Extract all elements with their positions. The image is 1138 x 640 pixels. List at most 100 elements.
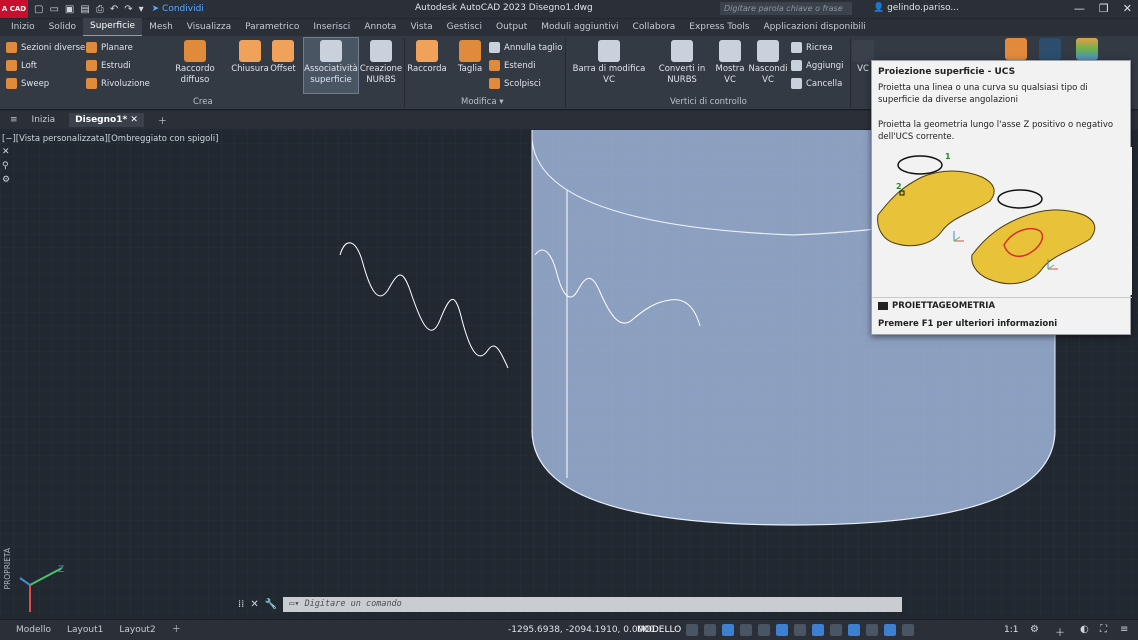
sezioni-diverse-button[interactable]: Sezioni diverse xyxy=(6,42,85,53)
properties-palette-label[interactable]: PROPRIETÀ xyxy=(3,548,12,589)
autocad-logo[interactable]: A CAD xyxy=(0,0,28,18)
estendi-button[interactable]: Estendi xyxy=(489,60,536,71)
converti-nurbs-button[interactable]: Converti in NURBS xyxy=(658,40,706,86)
offset-button[interactable]: Offset xyxy=(268,40,298,75)
lineweight-icon[interactable] xyxy=(812,624,824,636)
redo-icon[interactable]: ↷ xyxy=(124,4,132,15)
grip-handle-icon[interactable]: ⁞⁞ xyxy=(238,599,244,610)
tab-layout1[interactable]: Layout1 xyxy=(59,620,111,640)
tab-express-tools[interactable]: Express Tools xyxy=(682,19,756,36)
panel-tool-button[interactable] xyxy=(1039,38,1061,62)
raccordo-diffuso-button[interactable]: Raccordo diffuso xyxy=(160,40,230,86)
close-palette-icon[interactable]: ✕ xyxy=(2,147,14,157)
maximize-button[interactable]: ❐ xyxy=(1099,2,1109,15)
scolpisci-button[interactable]: Scolpisci xyxy=(489,78,541,89)
annotation-icon[interactable] xyxy=(902,624,914,636)
ricrea-button[interactable]: Ricrea xyxy=(791,42,833,53)
annotation-scale[interactable]: 1:1 xyxy=(1004,620,1018,640)
command-input[interactable]: ▭▾ Digitare un comando xyxy=(283,597,902,612)
coordinates-readout[interactable]: -1295.6938, -2094.1910, 0.0000 xyxy=(508,620,655,640)
new-file-icon[interactable]: ▢ xyxy=(34,4,43,15)
file-tab-disegno1[interactable]: Disegno1* ✕ xyxy=(69,113,144,127)
barra-modifica-vc-button[interactable]: Barra di modifica VC xyxy=(566,40,652,86)
tab-mesh[interactable]: Mesh xyxy=(142,19,180,36)
loft-button[interactable]: Loft xyxy=(6,60,37,71)
settings-gear-icon[interactable]: ⚙ xyxy=(1030,624,1039,635)
polar-icon[interactable] xyxy=(740,624,752,636)
associativita-superficie-button[interactable]: Associatività superficie xyxy=(303,37,359,94)
settings-icon[interactable]: ⚙ xyxy=(2,175,14,185)
new-tab-button[interactable]: ＋ xyxy=(158,114,167,127)
isodraft-icon[interactable] xyxy=(758,624,770,636)
raccorda-button[interactable]: Raccorda xyxy=(407,40,447,75)
undo-icon[interactable]: ↶ xyxy=(110,4,118,15)
tab-inserisci[interactable]: Inserisci xyxy=(306,19,357,36)
ortho-icon[interactable] xyxy=(722,624,734,636)
tab-layout2[interactable]: Layout2 xyxy=(111,620,163,640)
dynamic-ucs-icon[interactable] xyxy=(884,624,896,636)
vc-button[interactable]: VC xyxy=(852,40,874,75)
status-bar: Modello Layout1 Layout2 ＋ -1295.6938, -2… xyxy=(0,619,1138,640)
close-tab-icon[interactable]: ✕ xyxy=(130,115,138,125)
mostra-vc-button[interactable]: Mostra VC xyxy=(712,40,748,86)
taglia-button[interactable]: Taglia xyxy=(454,40,486,75)
command-menu-icon[interactable]: ▭▾ xyxy=(289,599,304,609)
share-button[interactable]: ➤ Condividi xyxy=(152,4,204,14)
customize-menu-icon[interactable]: ≡ xyxy=(1120,624,1128,635)
rivoluzione-button[interactable]: Rivoluzione xyxy=(86,78,150,89)
open-folder-icon[interactable]: ▭ xyxy=(49,4,58,15)
tab-output[interactable]: Output xyxy=(489,19,534,36)
close-button[interactable]: ✕ xyxy=(1123,2,1132,15)
annulla-taglio-button[interactable]: Annulla taglio xyxy=(489,42,562,53)
planare-button[interactable]: Planare xyxy=(86,42,133,53)
save-icon[interactable]: ▣ xyxy=(65,4,74,15)
tab-collabora[interactable]: Collabora xyxy=(626,19,683,36)
tab-modello[interactable]: Modello xyxy=(8,620,59,640)
estrudi-button[interactable]: Estrudi xyxy=(86,60,131,71)
add-layout-button[interactable]: ＋ xyxy=(164,620,189,640)
wrench-icon[interactable]: 🔧 xyxy=(265,599,277,610)
print-icon[interactable]: ⎙ xyxy=(96,4,104,15)
object-snap-icon[interactable] xyxy=(776,624,788,636)
aggiungi-button[interactable]: Aggiungi xyxy=(791,60,844,71)
save-as-icon[interactable]: ▤ xyxy=(80,4,89,15)
sweep-button[interactable]: Sweep xyxy=(6,78,49,89)
snap-icon[interactable] xyxy=(704,624,716,636)
tab-parametrico[interactable]: Parametrico xyxy=(238,19,306,36)
plus-icon[interactable]: ＋ xyxy=(1055,624,1065,639)
isolate-icon[interactable]: ◐ xyxy=(1080,624,1089,635)
pin-icon[interactable]: ⚲ xyxy=(2,161,14,171)
close-command-icon[interactable]: ✕ xyxy=(250,599,258,610)
3d-osnap-icon[interactable] xyxy=(866,624,878,636)
grid-icon[interactable] xyxy=(686,624,698,636)
tab-superficie[interactable]: Superficie xyxy=(83,18,143,37)
user-account[interactable]: 👤 gelindo.pariso... xyxy=(873,3,959,13)
minimize-button[interactable]: — xyxy=(1074,2,1085,15)
transparency-icon[interactable] xyxy=(830,624,842,636)
fullscreen-icon[interactable]: ⛶ xyxy=(1100,624,1107,635)
chiusura-button[interactable]: Chiusura xyxy=(231,40,269,75)
tab-vista[interactable]: Vista xyxy=(403,19,439,36)
viewport-controls-label[interactable]: [−][Vista personalizzata][Ombreggiato co… xyxy=(2,134,218,144)
selection-cycling-icon[interactable] xyxy=(848,624,860,636)
model-space-toggle[interactable]: MODELLO xyxy=(637,620,681,640)
creazione-nurbs-button[interactable]: Creazione NURBS xyxy=(360,40,402,86)
tab-visualizza[interactable]: Visualizza xyxy=(180,19,238,36)
file-tab-inizia[interactable]: Inizia xyxy=(32,115,56,125)
dropdown-icon[interactable]: ▾ xyxy=(139,4,144,15)
palette-button[interactable] xyxy=(1076,38,1098,62)
bike-tool-button[interactable] xyxy=(1005,38,1027,62)
tab-applicazioni[interactable]: Applicazioni disponibili xyxy=(756,19,872,36)
file-tabs-menu-icon[interactable]: ≡ xyxy=(10,115,18,125)
cancella-button[interactable]: Cancella xyxy=(791,78,842,89)
barra-modifica-label: Barra di modifica VC xyxy=(572,64,646,85)
tab-gestisci[interactable]: Gestisci xyxy=(440,19,489,36)
tab-annota[interactable]: Annota xyxy=(357,19,403,36)
tab-inizio[interactable]: Inizio xyxy=(4,19,42,36)
nascondi-vc-button[interactable]: Nascondi VC xyxy=(747,40,789,86)
osnap-tracking-icon[interactable] xyxy=(794,624,806,636)
search-input[interactable]: Digitare parola chiave o frase xyxy=(720,2,852,15)
tab-solido[interactable]: Solido xyxy=(42,19,83,36)
group-label-modifica[interactable]: Modifica ▾ xyxy=(461,97,504,107)
tab-moduli-aggiuntivi[interactable]: Moduli aggiuntivi xyxy=(534,19,625,36)
